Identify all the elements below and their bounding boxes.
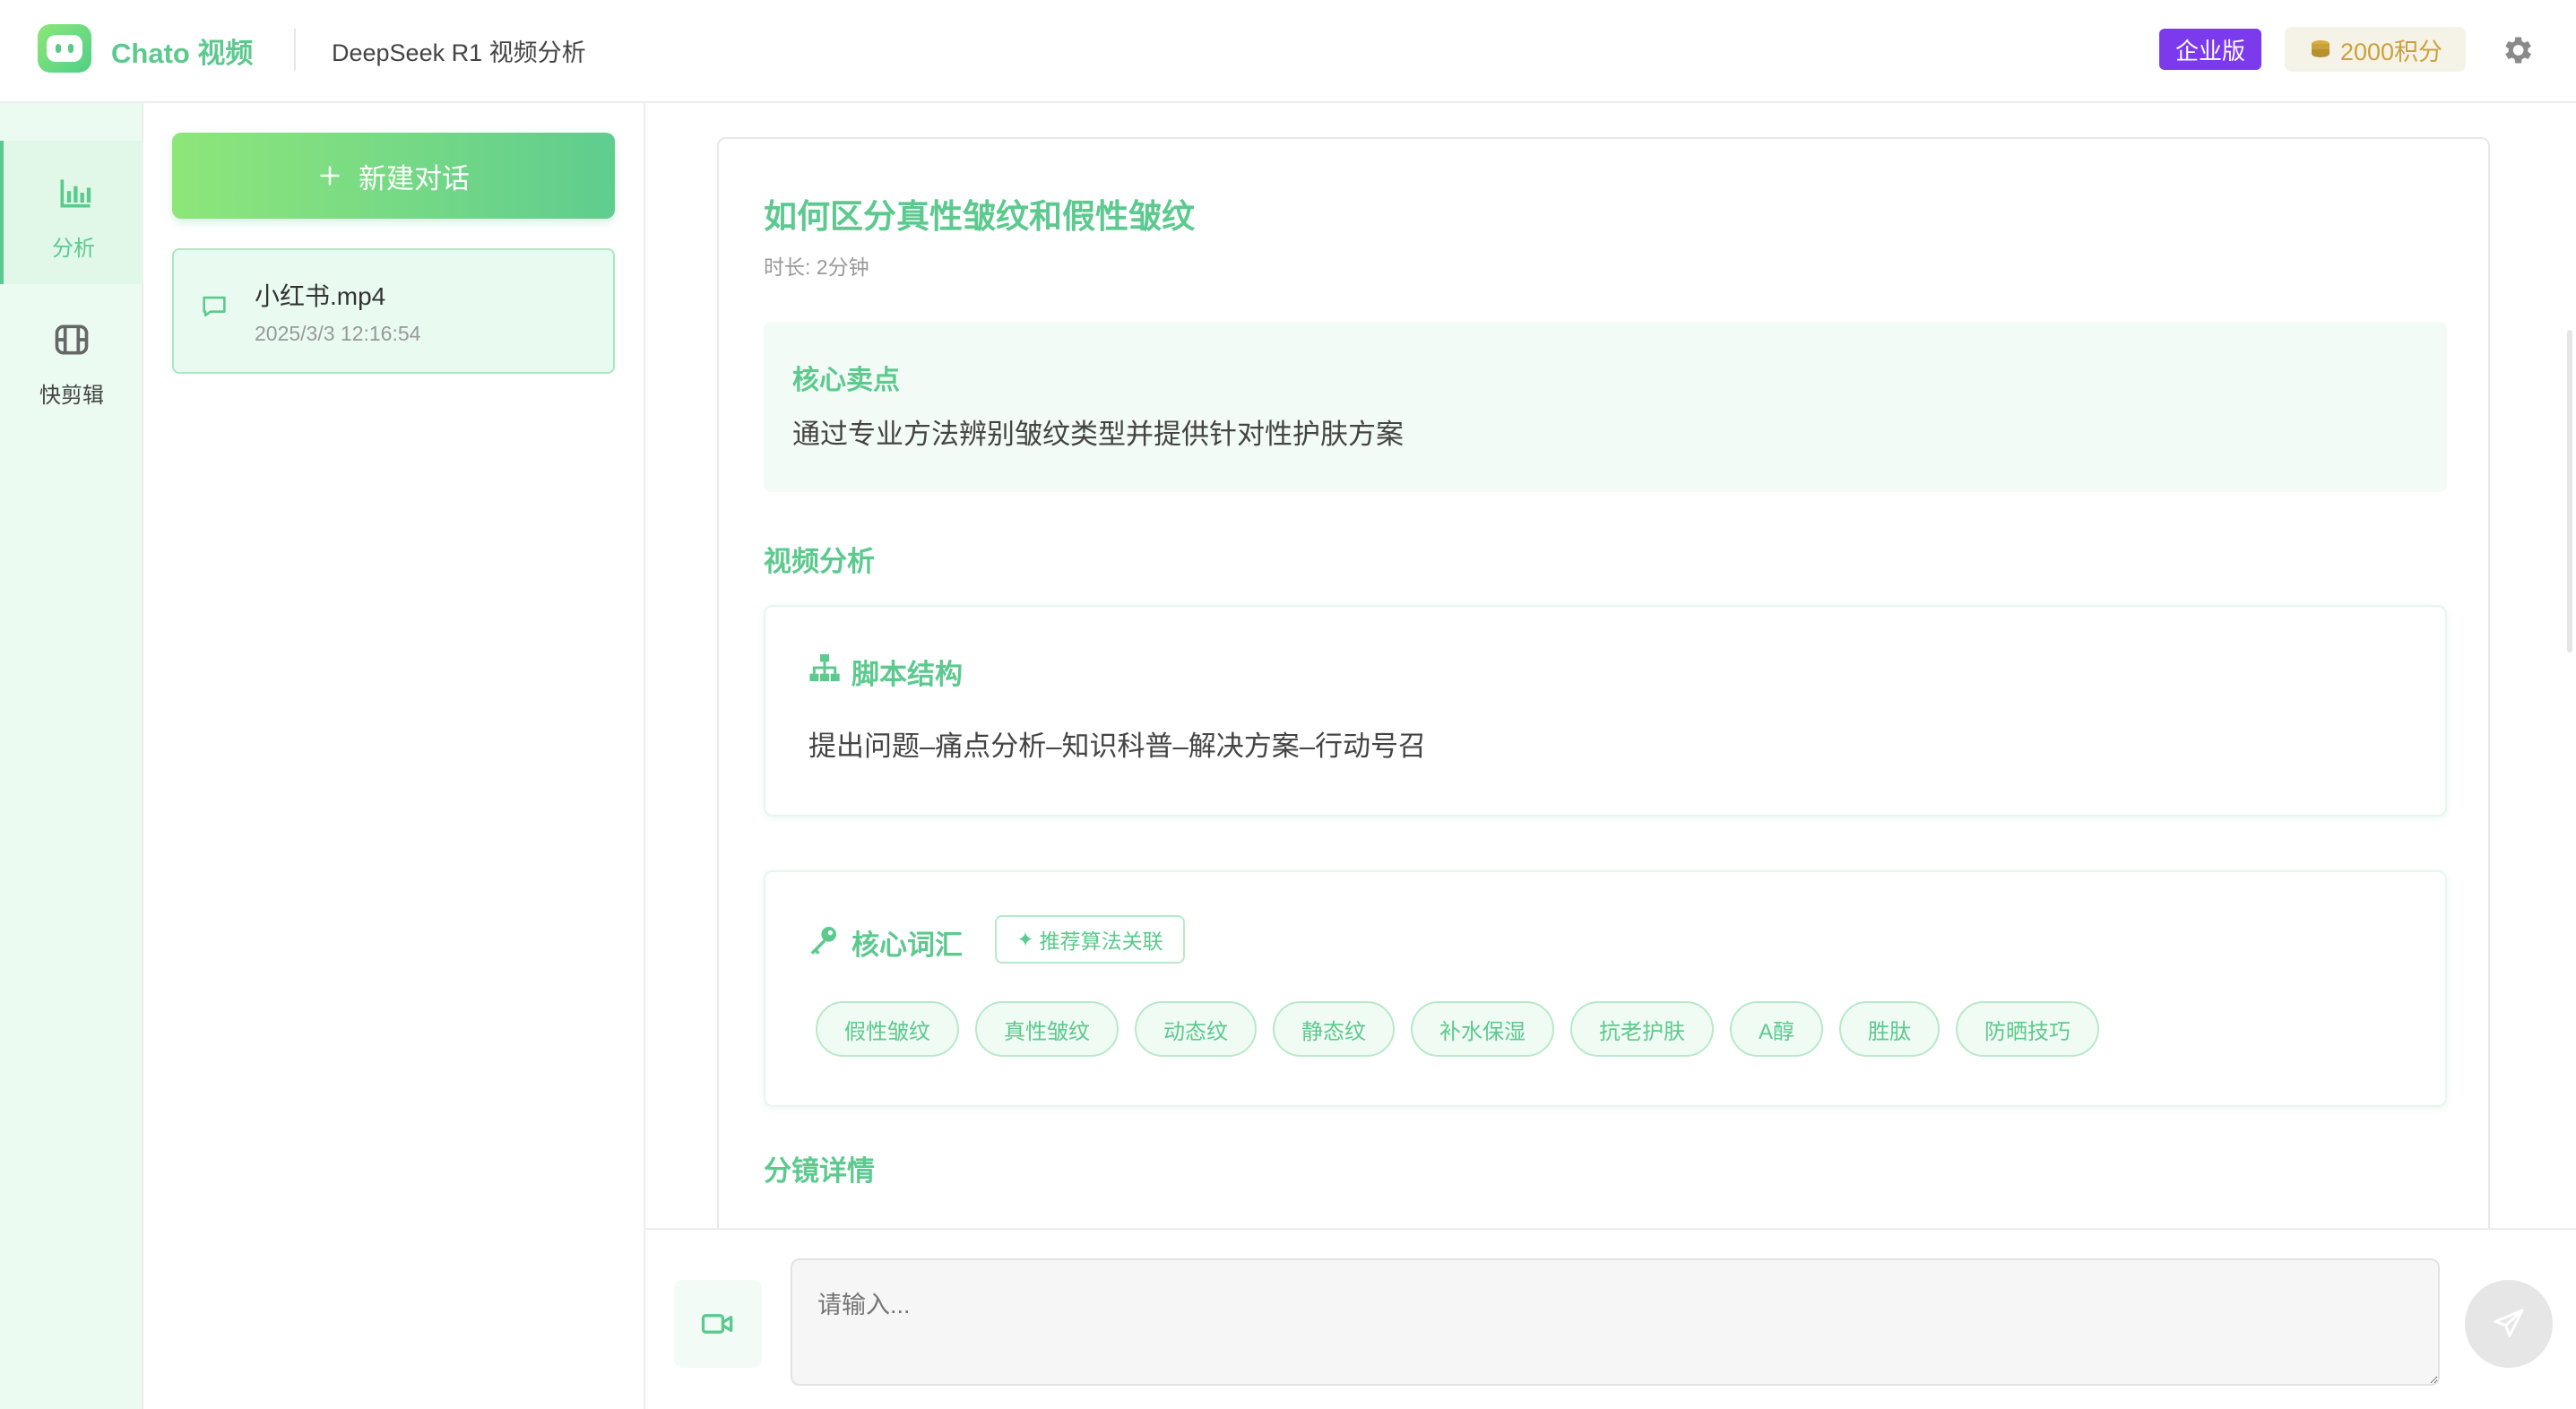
video-camera-icon xyxy=(701,1314,733,1334)
keyword-chip[interactable]: 真性皱纹 xyxy=(975,1001,1119,1057)
script-structure-text: 提出问题–痛点分析–知识科普–解决方案–行动号召 xyxy=(808,730,1426,762)
keyword-chip[interactable]: A醇 xyxy=(1730,1001,1824,1057)
points-label: 2000积分 xyxy=(2339,38,2443,65)
bar-chart-icon xyxy=(60,179,91,208)
core-keywords-header: 核心词汇 xyxy=(851,929,963,961)
chat-bubble-icon xyxy=(203,296,226,317)
points-badge[interactable]: 2000积分 xyxy=(2285,27,2466,72)
rail-item-analysis[interactable]: 分析 xyxy=(0,141,143,284)
conversation-title: 小红书.mp4 xyxy=(255,282,386,310)
rail-label-analysis: 分析 xyxy=(52,237,95,261)
selling-point-text: 通过专业方法辨别皱纹类型并提供针对性护肤方案 xyxy=(792,419,1404,450)
nav-rail: 分析 快剪辑 xyxy=(0,103,143,1409)
selling-point-header: 核心卖点 xyxy=(792,366,900,395)
script-structure-header: 脚本结构 xyxy=(851,659,963,690)
keyword-list: 假性皱纹 真性皱纹 动态纹 静态纹 补水保湿 抗老护肤 A醇 胜肽 防晒技巧 xyxy=(816,1001,2100,1057)
video-analysis-header: 视频分析 xyxy=(764,546,875,577)
new-conversation-label: 新建对话 xyxy=(359,162,470,194)
send-plane-icon xyxy=(2494,1309,2524,1337)
app-root: Chato 视频 DeepSeek R1 视频分析 企业版 2000积分 分析 … xyxy=(0,0,2576,1409)
keyword-chip[interactable]: 防晒技巧 xyxy=(1956,1001,2100,1057)
new-conversation-button[interactable]: 新建对话 xyxy=(172,133,615,219)
keyword-chip[interactable]: 静态纹 xyxy=(1273,1001,1395,1057)
sparkle-icon: ✦ xyxy=(1016,927,1034,951)
enterprise-badge[interactable]: 企业版 xyxy=(2159,29,2261,70)
conversation-panel: 新建对话 小红书.mp4 2025/3/3 12:16:54 xyxy=(143,103,645,1409)
plus-icon xyxy=(320,166,340,186)
core-keywords-panel: 核心词汇 ✦ 推荐算法关联 假性皱纹 真性皱纹 动态纹 静态纹 补水保湿 抗老护… xyxy=(764,870,2447,1107)
algo-recommend-tag[interactable]: ✦ 推荐算法关联 xyxy=(995,915,1185,964)
header-subtitle: DeepSeek R1 视频分析 xyxy=(332,39,586,66)
brand-name: Chato 视频 xyxy=(111,38,254,69)
main-area: 如何区分真性皱纹和假性皱纹 时长: 2分钟 核心卖点 通过专业方法辨别皱纹类型并… xyxy=(645,103,2576,1409)
keyword-chip[interactable]: 假性皱纹 xyxy=(816,1001,959,1057)
film-icon xyxy=(55,324,89,355)
message-input[interactable] xyxy=(791,1258,2440,1386)
composer-bar xyxy=(645,1228,2576,1409)
algo-recommend-label: 推荐算法关联 xyxy=(1039,929,1163,953)
keyword-chip[interactable]: 胜肽 xyxy=(1839,1001,1941,1057)
top-header: Chato 视频 DeepSeek R1 视频分析 企业版 2000积分 xyxy=(0,0,2576,103)
logo-icon xyxy=(38,24,91,73)
analysis-card: 如何区分真性皱纹和假性皱纹 时长: 2分钟 核心卖点 通过专业方法辨别皱纹类型并… xyxy=(717,137,2490,1302)
key-icon xyxy=(810,927,836,955)
video-upload-button[interactable] xyxy=(674,1280,762,1368)
send-button[interactable] xyxy=(2465,1280,2553,1368)
selling-point-box: 核心卖点 通过专业方法辨别皱纹类型并提供针对性护肤方案 xyxy=(764,322,2447,492)
scrollbar-thumb[interactable] xyxy=(2567,330,2572,653)
conversation-item[interactable]: 小红书.mp4 2025/3/3 12:16:54 xyxy=(172,248,615,374)
analysis-title: 如何区分真性皱纹和假性皱纹 xyxy=(764,198,1195,235)
rail-label-quick-edit: 快剪辑 xyxy=(39,384,104,408)
keyword-chip[interactable]: 补水保湿 xyxy=(1411,1001,1554,1057)
rail-item-quick-edit[interactable]: 快剪辑 xyxy=(0,302,143,445)
storyboard-header: 分镜详情 xyxy=(764,1155,875,1187)
header-divider xyxy=(294,29,296,70)
keyword-chip[interactable]: 抗老护肤 xyxy=(1570,1001,1714,1057)
video-duration: 时长: 2分钟 xyxy=(764,255,869,279)
coins-icon xyxy=(2311,40,2330,57)
keyword-chip[interactable]: 动态纹 xyxy=(1135,1001,1257,1057)
script-structure-panel: 脚本结构 提出问题–痛点分析–知识科普–解决方案–行动号召 xyxy=(764,605,2447,817)
sitemap-icon xyxy=(809,654,840,681)
conversation-time: 2025/3/3 12:16:54 xyxy=(255,322,421,345)
settings-gear-icon[interactable] xyxy=(2499,32,2535,68)
